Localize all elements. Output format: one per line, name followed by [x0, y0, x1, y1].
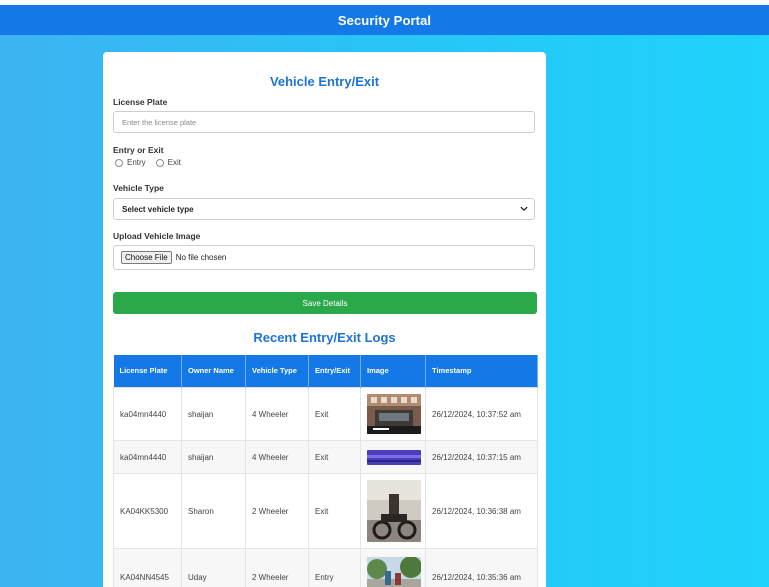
col-header-entry-exit: Entry/Exit [308, 355, 361, 388]
vehicle-type-label: Vehicle Type [113, 183, 164, 193]
choose-file-button[interactable]: Choose File [121, 251, 172, 264]
table-header-row: License Plate Owner Name Vehicle Type En… [113, 355, 538, 388]
save-details-button[interactable]: Save Details [113, 292, 537, 314]
entry-exit-radio-group: Entry Exit [115, 158, 191, 167]
col-header-image: Image [360, 355, 426, 388]
cell-owner: Sharon [181, 473, 246, 549]
cell-owner: shaijan [181, 387, 246, 441]
table-row: ka04mn4440 shaijan 4 Wheeler Exit 26/12/… [113, 387, 538, 441]
license-plate-label: License Plate [113, 97, 168, 107]
entry-radio-circle[interactable] [115, 158, 123, 167]
upload-image-label: Upload Vehicle Image [113, 231, 201, 241]
file-status-text: No file chosen [175, 253, 227, 262]
exit-radio-label: Exit [167, 158, 182, 167]
cell-direction: Entry [308, 548, 361, 587]
col-header-vehicle-type: Vehicle Type [245, 355, 309, 388]
license-plate-input[interactable] [113, 111, 535, 133]
exit-radio[interactable]: Exit [155, 158, 182, 167]
col-header-owner-name: Owner Name [181, 355, 246, 388]
cell-type: 4 Wheeler [245, 440, 309, 474]
vehicle-thumbnail [367, 449, 421, 465]
table-row: ka04mn4440 shaijan 4 Wheeler Exit 26/12/… [113, 440, 538, 474]
cell-image [360, 548, 426, 587]
vehicle-type-select[interactable]: Select vehicle type [113, 198, 535, 220]
entry-exit-label: Entry or Exit [113, 145, 164, 155]
cell-image [360, 473, 426, 549]
cell-plate: KA04NN4545 [113, 548, 182, 587]
cell-type: 4 Wheeler [245, 387, 309, 441]
cell-plate: ka04mn4440 [113, 387, 182, 441]
table-row: KA04KK5300 Sharon 2 Wheeler Exit 26/12/2… [113, 473, 538, 549]
logs-title: Recent Entry/Exit Logs [253, 330, 396, 345]
cell-direction: Exit [308, 440, 361, 474]
table-row: KA04NN4545 Uday 2 Wheeler Entry 26/12/20… [113, 548, 538, 587]
cell-plate: ka04mn4440 [113, 440, 182, 474]
col-header-timestamp: Timestamp [425, 355, 538, 388]
cell-timestamp: 26/12/2024, 10:37:15 am [425, 440, 538, 474]
chevron-down-icon [520, 206, 528, 211]
cell-image [360, 387, 426, 441]
cell-direction: Exit [308, 387, 361, 441]
vehicle-thumbnail [367, 557, 421, 587]
cell-owner: shaijan [181, 440, 246, 474]
main-card: Vehicle Entry/Exit License Plate Entry o… [103, 52, 546, 587]
form-title: Vehicle Entry/Exit [269, 74, 380, 89]
cell-direction: Exit [308, 473, 361, 549]
vehicle-thumbnail [367, 394, 421, 434]
cell-timestamp: 26/12/2024, 10:35:36 am [425, 548, 538, 587]
cell-image [360, 440, 426, 474]
entry-radio[interactable]: Entry [115, 158, 146, 167]
vehicle-thumbnail [367, 480, 421, 542]
exit-radio-circle[interactable] [155, 158, 164, 167]
cell-plate: KA04KK5300 [113, 473, 182, 549]
cell-type: 2 Wheeler [245, 473, 309, 549]
entry-radio-label: Entry [127, 158, 146, 167]
cell-type: 2 Wheeler [245, 548, 309, 587]
vehicle-type-value: Select vehicle type [122, 204, 194, 214]
app-title: Security Portal [337, 12, 432, 28]
col-header-license-plate: License Plate [113, 355, 182, 388]
cell-timestamp: 26/12/2024, 10:36:38 am [425, 473, 538, 549]
cell-owner: Uday [181, 548, 246, 587]
logs-table: License Plate Owner Name Vehicle Type En… [113, 355, 538, 587]
header-bar: Security Portal [0, 5, 769, 35]
cell-timestamp: 26/12/2024, 10:37:52 am [425, 387, 538, 441]
upload-image-field: Choose File No file chosen [113, 245, 535, 270]
